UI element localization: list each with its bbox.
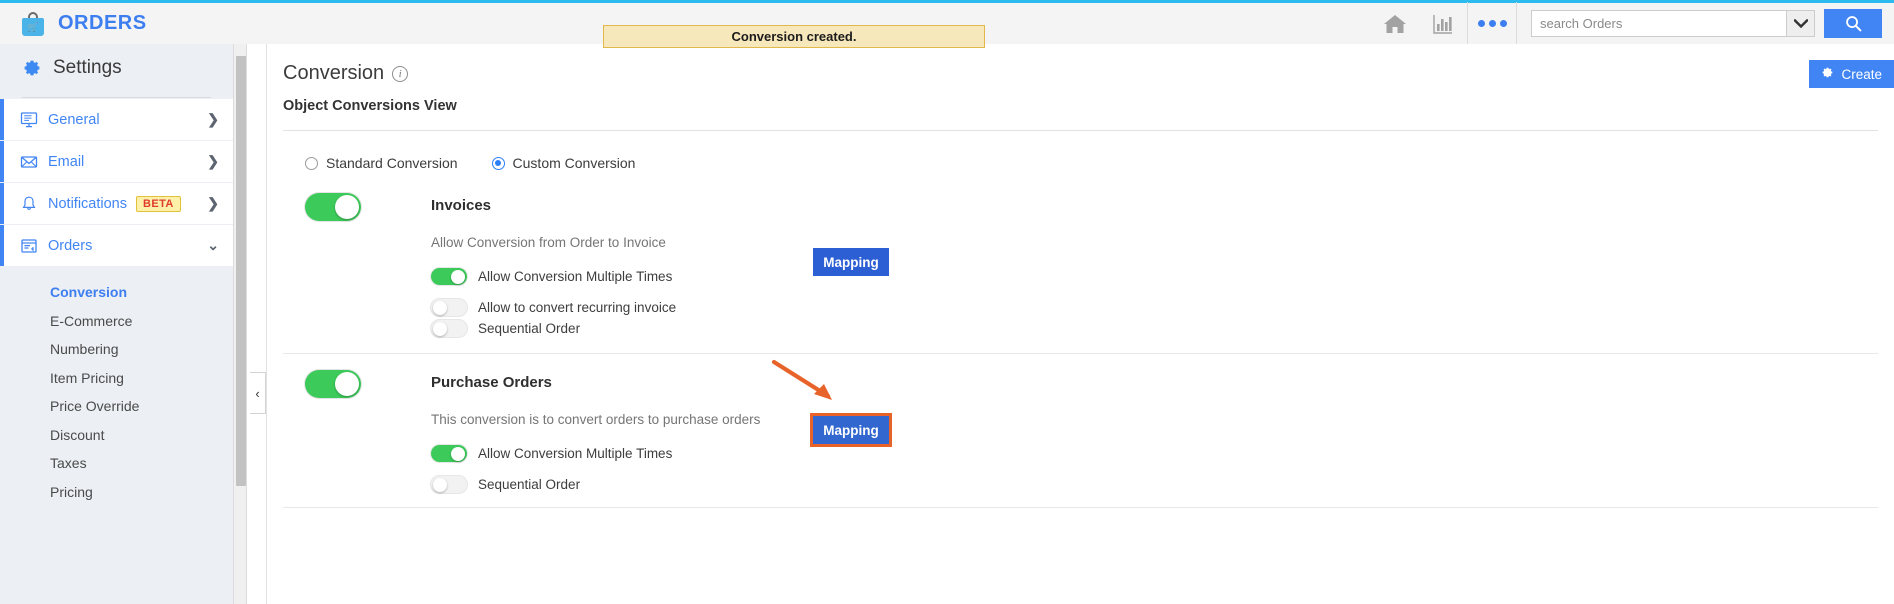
- sidebar-subitem-discount[interactable]: Discount: [0, 421, 233, 450]
- invoices-enable-toggle[interactable]: [305, 193, 361, 221]
- search-bar: [1531, 9, 1882, 38]
- sidebar-item-general[interactable]: General ❯: [0, 99, 233, 140]
- toggle-allow-convert-recurring-invoice[interactable]: [431, 299, 467, 316]
- chevron-down-icon: ⌄: [207, 237, 219, 254]
- ellipsis-icon[interactable]: [1468, 2, 1516, 46]
- search-button[interactable]: [1824, 9, 1882, 38]
- sidebar-subitems: Conversion E-Commerce Numbering Item Pri…: [0, 266, 233, 506]
- toast-message: Conversion created.: [732, 29, 857, 44]
- chevron-right-icon: ❯: [207, 195, 219, 212]
- monitor-icon: [20, 111, 38, 129]
- section-purchase-orders: Purchase Orders This conversion is to co…: [267, 370, 1894, 493]
- sidebar-title: Settings: [53, 57, 122, 79]
- purchase-orders-description: This conversion is to convert orders to …: [431, 412, 1894, 427]
- radio-label: Custom Conversion: [513, 155, 636, 171]
- section-invoices: Invoices Allow Conversion from Order to …: [267, 193, 1894, 337]
- purchase-orders-option-multiple-times: Allow Conversion Multiple Times: [431, 445, 1894, 462]
- chevron-right-icon: ❯: [207, 111, 219, 128]
- radio-indicator: [305, 157, 318, 170]
- beta-badge: BETA: [136, 196, 181, 212]
- page-subtitle: Object Conversions View: [267, 85, 1894, 114]
- sidebar-item-label: Email: [48, 154, 84, 170]
- sidebar-subitem-taxes[interactable]: Taxes: [0, 449, 233, 478]
- purchase-orders-option-sequential-order: Sequential Order: [431, 476, 1894, 493]
- purchase-orders-title: Purchase Orders: [431, 374, 552, 391]
- divider: [283, 353, 1878, 354]
- main-content: Create Conversion i Object Conversions V…: [266, 44, 1894, 604]
- create-button-label: Create: [1841, 67, 1882, 82]
- sidebar-subitem-pricing[interactable]: Pricing: [0, 478, 233, 507]
- divider: [283, 507, 1878, 508]
- sidebar-subitem-price-override[interactable]: Price Override: [0, 392, 233, 421]
- sidebar-scrollbar-thumb[interactable]: [236, 56, 246, 486]
- toast-notification: Conversion created.: [603, 25, 985, 48]
- sidebar-scrollbar[interactable]: [233, 44, 247, 604]
- gear-icon: [1821, 66, 1834, 82]
- toggle-allow-conversion-multiple-times[interactable]: [431, 445, 467, 462]
- order-list-icon: [20, 237, 38, 255]
- sidebar-header: Settings: [0, 44, 233, 92]
- sidebar-item-email[interactable]: Email ❯: [0, 141, 233, 182]
- option-label: Sequential Order: [478, 477, 580, 492]
- toggle-allow-conversion-multiple-times[interactable]: [431, 268, 467, 285]
- sidebar-item-orders[interactable]: Orders ⌄: [0, 225, 233, 266]
- invoices-description: Allow Conversion from Order to Invoice: [431, 235, 1894, 250]
- brand-title: ORDERS: [58, 12, 147, 35]
- sidebar-item-label: Orders: [48, 238, 92, 254]
- sidebar-item-label: Notifications: [48, 196, 127, 212]
- sidebar-subitem-numbering[interactable]: Numbering: [0, 335, 233, 364]
- create-button[interactable]: Create: [1809, 60, 1894, 88]
- envelope-icon: [20, 153, 38, 171]
- radio-standard-conversion[interactable]: Standard Conversion: [305, 155, 458, 171]
- option-label: Allow to convert recurring invoice: [478, 300, 676, 315]
- sidebar-subitem-e-commerce[interactable]: E-Commerce: [0, 307, 233, 336]
- toggle-sequential-order[interactable]: [431, 320, 467, 337]
- divider: [22, 97, 211, 98]
- page-title-row: Conversion i: [267, 44, 1894, 85]
- purchase-orders-mapping-button[interactable]: Mapping: [813, 416, 889, 444]
- sidebar-subitem-conversion[interactable]: Conversion: [0, 278, 233, 307]
- brand-logo[interactable]: 🛒 ORDERS: [0, 12, 147, 36]
- radio-indicator: [492, 157, 505, 170]
- purchase-orders-header: Purchase Orders: [305, 370, 1894, 398]
- invoices-option-multiple-times: Allow Conversion Multiple Times: [431, 268, 1894, 285]
- toggle-sequential-order[interactable]: [431, 476, 467, 493]
- invoices-option-sequential-order: Sequential Order: [431, 320, 1894, 337]
- option-label: Allow Conversion Multiple Times: [478, 269, 672, 284]
- divider: [1516, 2, 1517, 46]
- invoices-header: Invoices: [305, 193, 1894, 221]
- page-title: Conversion: [283, 62, 384, 85]
- sidebar-item-notifications[interactable]: Notifications BETA ❯: [0, 183, 233, 224]
- sidebar: Settings General ❯ Email ❯: [0, 44, 233, 604]
- info-icon[interactable]: i: [392, 66, 408, 82]
- sidebar-item-label: General: [48, 112, 100, 128]
- sidebar-collapse-button[interactable]: ‹: [250, 372, 266, 414]
- sidebar-subitem-item-pricing[interactable]: Item Pricing: [0, 364, 233, 393]
- radio-custom-conversion[interactable]: Custom Conversion: [492, 155, 636, 171]
- conversion-type-radio-group: Standard Conversion Custom Conversion: [267, 131, 1894, 171]
- home-icon[interactable]: [1371, 2, 1419, 46]
- purchase-orders-enable-toggle[interactable]: [305, 370, 361, 398]
- radio-label: Standard Conversion: [326, 155, 458, 171]
- invoices-mapping-button[interactable]: Mapping: [813, 248, 889, 276]
- invoices-option-recurring-invoice: Allow to convert recurring invoice: [431, 299, 1894, 316]
- search-input[interactable]: [1531, 10, 1786, 37]
- bell-icon: [20, 195, 38, 213]
- option-label: Sequential Order: [478, 321, 580, 336]
- top-bar-actions: [1371, 2, 1894, 46]
- shopping-bag-icon: 🛒: [22, 12, 44, 36]
- option-label: Allow Conversion Multiple Times: [478, 446, 672, 461]
- gear-icon: [22, 58, 42, 78]
- invoices-title: Invoices: [431, 197, 491, 214]
- bar-chart-icon[interactable]: [1419, 2, 1467, 46]
- chevron-right-icon: ❯: [207, 153, 219, 170]
- chevron-down-icon[interactable]: [1786, 10, 1815, 37]
